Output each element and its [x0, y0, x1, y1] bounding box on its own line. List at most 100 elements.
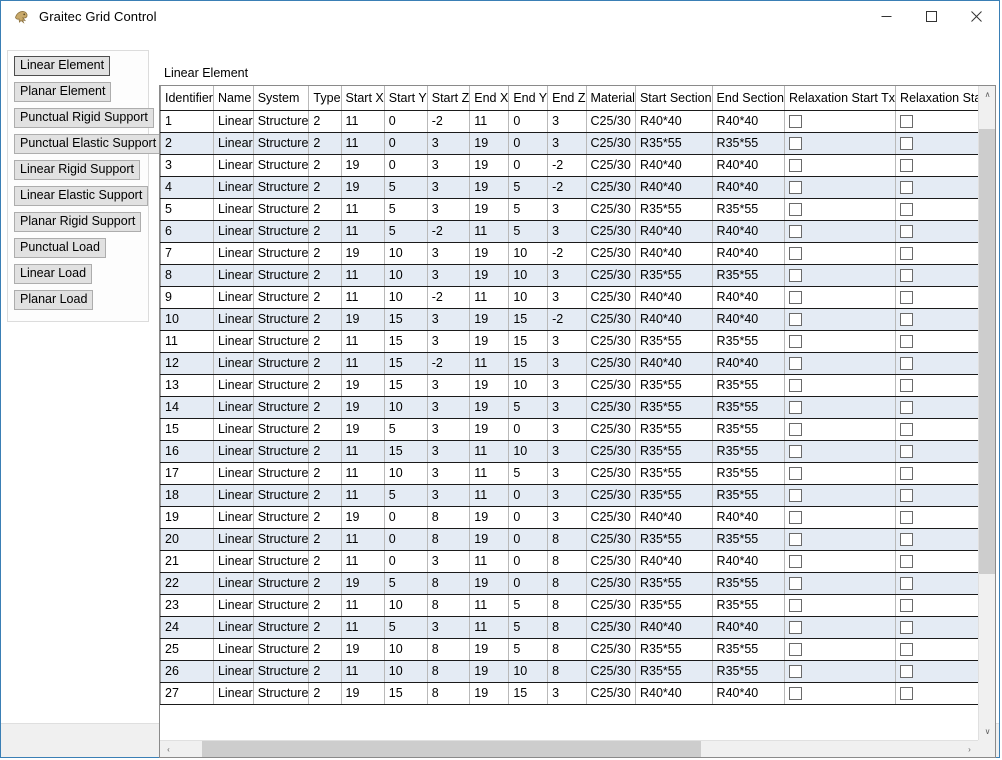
cell-start-section[interactable]: R35*55: [635, 638, 713, 661]
cell-start-y[interactable]: 10: [384, 264, 428, 287]
cell-material[interactable]: C25/30: [586, 616, 636, 639]
cell-identifier[interactable]: 5: [160, 198, 214, 221]
checkbox-relax-start-ty[interactable]: [900, 577, 914, 591]
checkbox-relax-start-tx[interactable]: [788, 313, 802, 327]
cell-relax-start-ty[interactable]: [895, 550, 978, 573]
cell-relax-start-tx[interactable]: [784, 594, 897, 617]
cell-system[interactable]: Structure: [253, 198, 310, 221]
cell-start-x[interactable]: 11: [341, 220, 385, 243]
cell-identifier[interactable]: 22: [160, 572, 214, 595]
cell-type[interactable]: 2: [308, 330, 342, 353]
vertical-scrollbar[interactable]: ∧ ∨: [978, 86, 995, 740]
checkbox-relax-start-ty[interactable]: [900, 115, 914, 129]
cell-type[interactable]: 2: [308, 528, 342, 551]
checkbox-relax-start-ty[interactable]: [900, 269, 914, 283]
checkbox-relax-start-tx[interactable]: [788, 599, 802, 613]
cell-material[interactable]: C25/30: [586, 198, 636, 221]
cell-end-x[interactable]: 11: [469, 616, 510, 639]
cell-identifier[interactable]: 14: [160, 396, 214, 419]
cell-end-y[interactable]: 5: [508, 638, 549, 661]
cell-start-section[interactable]: R40*40: [635, 286, 713, 309]
cell-end-section[interactable]: R35*55: [712, 462, 785, 485]
sidebar-item-linear-element[interactable]: Linear Element: [14, 56, 111, 76]
scroll-up-icon[interactable]: ∧: [979, 86, 995, 103]
cell-material[interactable]: C25/30: [586, 638, 636, 661]
cell-system[interactable]: Structure: [253, 132, 310, 155]
cell-end-y[interactable]: 5: [508, 396, 549, 419]
cell-start-section[interactable]: R35*55: [635, 572, 713, 595]
cell-start-z[interactable]: 8: [427, 660, 471, 683]
cell-type[interactable]: 2: [308, 572, 342, 595]
cell-relax-start-tx[interactable]: [784, 418, 897, 441]
sidebar-item-linear-rigid-support[interactable]: Linear Rigid Support: [14, 160, 140, 180]
cell-start-z[interactable]: 8: [427, 572, 471, 595]
cell-identifier[interactable]: 13: [160, 374, 214, 397]
checkbox-relax-start-tx[interactable]: [788, 181, 802, 195]
cell-end-y[interactable]: 5: [508, 198, 549, 221]
cell-relax-start-tx[interactable]: [784, 660, 897, 683]
cell-material[interactable]: C25/30: [586, 242, 636, 265]
cell-start-z[interactable]: 3: [427, 550, 471, 573]
cell-identifier[interactable]: 12: [160, 352, 214, 375]
table-row[interactable]: 21 Linear Structure 2 11 0 3 11 0 8 C25/30 R40*40 R4…: [160, 550, 978, 573]
cell-end-z[interactable]: 3: [547, 506, 587, 529]
cell-system[interactable]: Structure: [253, 154, 310, 177]
checkbox-relax-start-ty[interactable]: [900, 665, 914, 679]
checkbox-relax-start-tx[interactable]: [788, 687, 802, 701]
checkbox-relax-start-ty[interactable]: [900, 357, 914, 371]
cell-type[interactable]: 2: [308, 264, 342, 287]
checkbox-relax-start-ty[interactable]: [900, 313, 914, 327]
cell-name[interactable]: Linear: [213, 286, 254, 309]
cell-name[interactable]: Linear: [213, 682, 254, 705]
cell-material[interactable]: C25/30: [586, 396, 636, 419]
cell-start-section[interactable]: R35*55: [635, 132, 713, 155]
cell-system[interactable]: Structure: [253, 396, 310, 419]
cell-start-x[interactable]: 19: [341, 682, 385, 705]
cell-material[interactable]: C25/30: [586, 682, 636, 705]
cell-type[interactable]: 2: [308, 198, 342, 221]
cell-end-x[interactable]: 19: [469, 572, 510, 595]
cell-start-z[interactable]: 3: [427, 198, 471, 221]
cell-type[interactable]: 2: [308, 308, 342, 331]
cell-material[interactable]: C25/30: [586, 330, 636, 353]
table-row[interactable]: 25 Linear Structure 2 19 10 8 19 5 8 C25/30 R35*55 R…: [160, 638, 978, 661]
cell-start-x[interactable]: 11: [341, 352, 385, 375]
cell-relax-start-tx[interactable]: [784, 264, 897, 287]
table-row[interactable]: 1 Linear Structure 2 11 0 -2 11 0 3 C25/30 R40*40 R4…: [160, 110, 978, 133]
cell-start-z[interactable]: -2: [427, 286, 471, 309]
cell-type[interactable]: 2: [308, 154, 342, 177]
cell-name[interactable]: Linear: [213, 308, 254, 331]
cell-identifier[interactable]: 17: [160, 462, 214, 485]
cell-system[interactable]: Structure: [253, 242, 310, 265]
cell-end-y[interactable]: 10: [508, 440, 549, 463]
cell-end-z[interactable]: 3: [547, 396, 587, 419]
cell-start-y[interactable]: 5: [384, 220, 428, 243]
cell-end-z[interactable]: 3: [547, 440, 587, 463]
cell-start-x[interactable]: 11: [341, 132, 385, 155]
cell-relax-start-tx[interactable]: [784, 638, 897, 661]
cell-relax-start-ty[interactable]: [895, 638, 978, 661]
cell-relax-start-tx[interactable]: [784, 506, 897, 529]
table-row[interactable]: 2 Linear Structure 2 11 0 3 19 0 3 C25/30 R35*55 R35…: [160, 132, 978, 155]
table-row[interactable]: 16 Linear Structure 2 11 15 3 11 10 3 C25/30 R35*55…: [160, 440, 978, 463]
cell-end-z[interactable]: 8: [547, 616, 587, 639]
column-header-end-x[interactable]: End X: [469, 86, 510, 111]
maximize-button[interactable]: [909, 1, 954, 32]
table-row[interactable]: 24 Linear Structure 2 11 5 3 11 5 8 C25/30 R40*40 R4…: [160, 616, 978, 639]
cell-end-x[interactable]: 19: [469, 242, 510, 265]
cell-name[interactable]: Linear: [213, 176, 254, 199]
cell-end-z[interactable]: 8: [547, 638, 587, 661]
cell-relax-start-ty[interactable]: [895, 352, 978, 375]
checkbox-relax-start-tx[interactable]: [788, 115, 802, 129]
cell-relax-start-ty[interactable]: [895, 374, 978, 397]
cell-end-y[interactable]: 0: [508, 506, 549, 529]
cell-start-section[interactable]: R40*40: [635, 616, 713, 639]
table-row[interactable]: 26 Linear Structure 2 11 10 8 19 10 8 C25/30 R35*55…: [160, 660, 978, 683]
cell-identifier[interactable]: 18: [160, 484, 214, 507]
minimize-button[interactable]: [864, 1, 909, 32]
cell-relax-start-ty[interactable]: [895, 396, 978, 419]
checkbox-relax-start-ty[interactable]: [900, 225, 914, 239]
cell-start-y[interactable]: 5: [384, 176, 428, 199]
column-header-relax-start-ty[interactable]: Relaxation Start Ty: [895, 86, 978, 111]
cell-start-y[interactable]: 15: [384, 374, 428, 397]
